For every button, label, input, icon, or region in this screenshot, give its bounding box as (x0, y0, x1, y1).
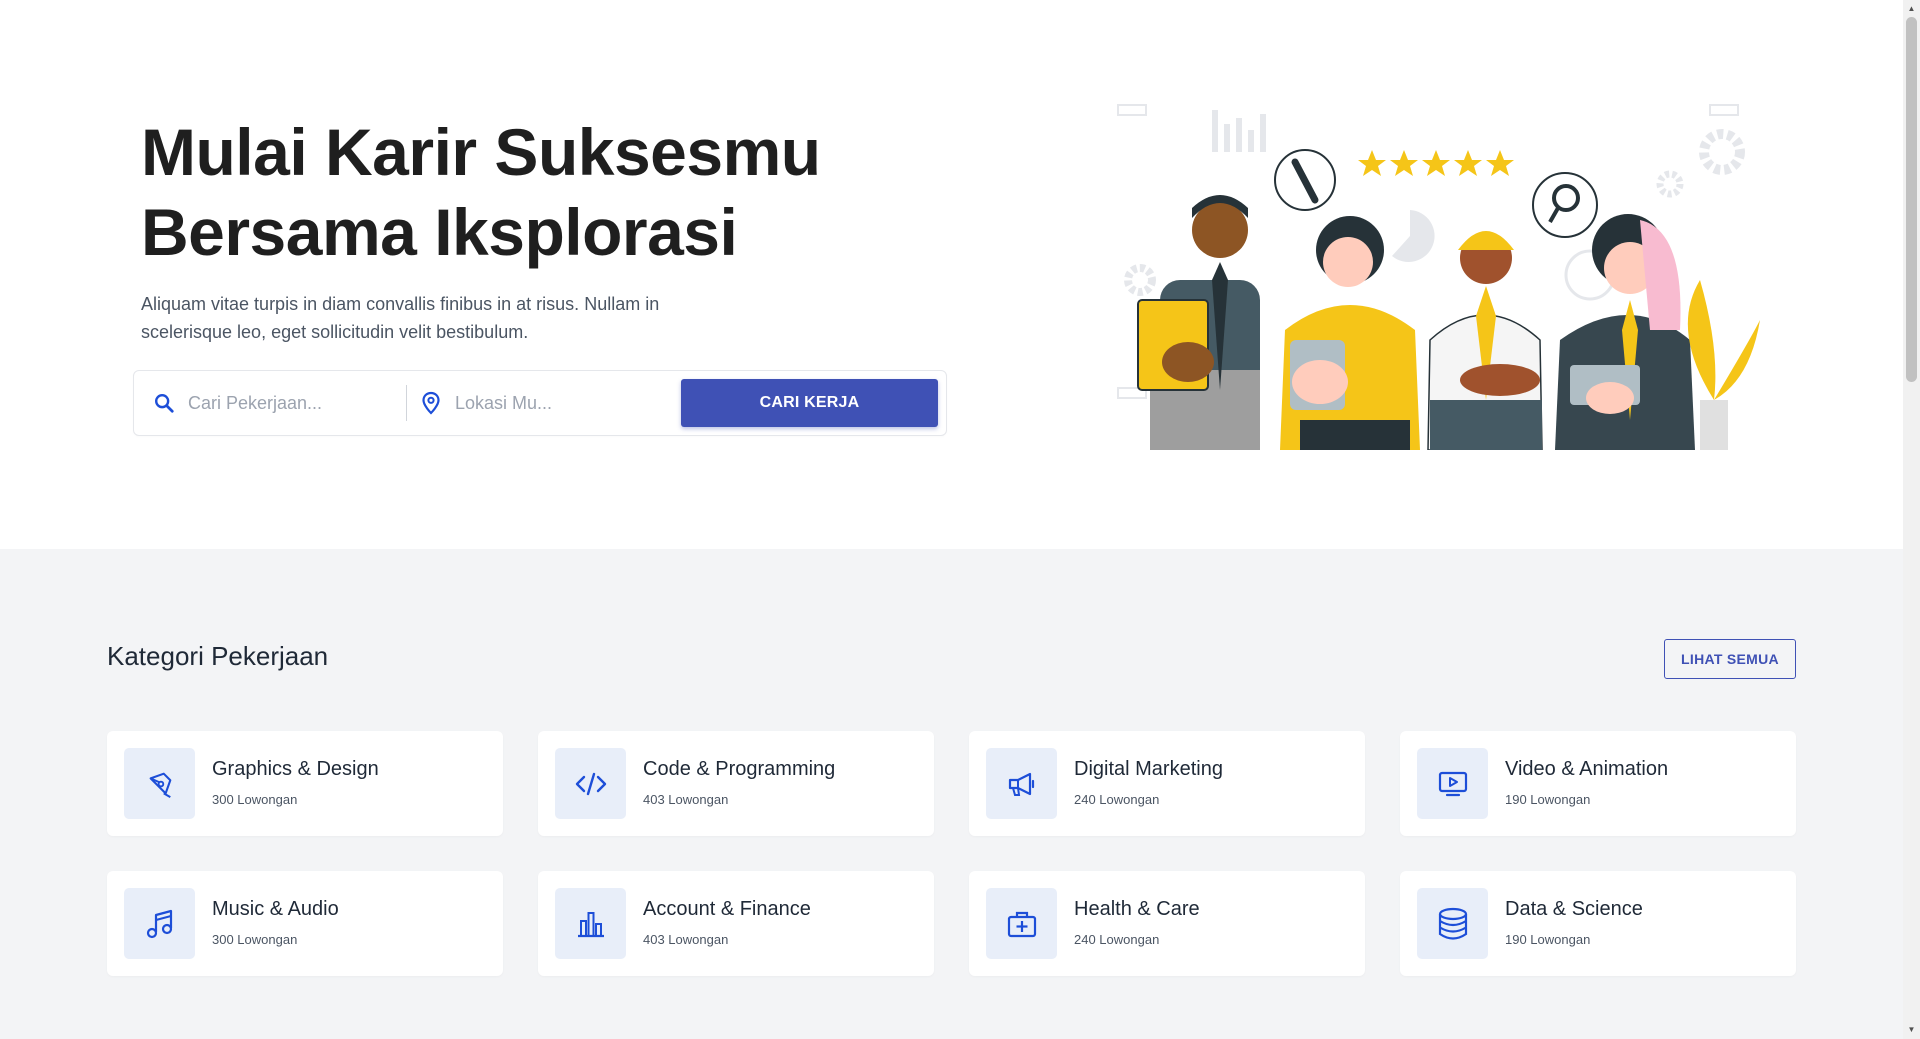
search-bar: CARI KERJA (133, 370, 947, 436)
page: Mulai Karir Suksesmu Bersama Iksplorasi … (0, 0, 1903, 1039)
category-count: 240 Lowongan (1074, 792, 1160, 807)
hero-subtitle: Aliquam vitae turpis in diam convallis f… (141, 294, 660, 342)
video-play-icon (1417, 748, 1488, 819)
megaphone-icon (986, 748, 1057, 819)
category-count: 190 Lowongan (1505, 932, 1591, 947)
scroll-up-arrow-icon[interactable]: ▲ (1906, 3, 1917, 15)
category-count: 190 Lowongan (1505, 792, 1591, 807)
see-all-button[interactable]: LIHAT SEMUA (1664, 639, 1796, 679)
category-count: 240 Lowongan (1074, 932, 1160, 947)
job-search-input[interactable] (188, 392, 388, 414)
music-note-icon (124, 888, 195, 959)
category-name: Code & Programming (643, 758, 836, 780)
database-icon (1417, 888, 1488, 959)
category-name: Account & Finance (643, 898, 811, 920)
pen-tool-icon (124, 748, 195, 819)
category-count: 300 Lowongan (212, 792, 298, 807)
job-search-field[interactable] (152, 371, 402, 435)
category-card-health-care[interactable]: Health & Care 240 Lowongan (969, 871, 1365, 976)
category-name: Music & Audio (212, 898, 339, 920)
team-illustration (1117, 104, 1760, 450)
category-card-code-programming[interactable]: Code & Programming 403 Lowongan (538, 731, 934, 836)
scroll-down-arrow-icon[interactable]: ▼ (1906, 1024, 1917, 1036)
category-count: 403 Lowongan (643, 792, 729, 807)
medical-bag-icon (986, 888, 1057, 959)
category-name: Video & Animation (1505, 758, 1669, 780)
hero-title-line-1: Mulai Karir Suksesmu (141, 115, 821, 189)
hero-title-line-2: Bersama Iksplorasi (141, 195, 738, 269)
location-search-field[interactable] (419, 371, 679, 435)
category-count: 300 Lowongan (212, 932, 298, 947)
category-card-account-finance[interactable]: Account & Finance 403 Lowongan (538, 871, 934, 976)
category-name: Health & Care (1074, 898, 1200, 920)
search-icon (152, 391, 176, 415)
category-name: Graphics & Design (212, 758, 379, 780)
category-card-music-audio[interactable]: Music & Audio 300 Lowongan (107, 871, 503, 976)
bar-chart-icon (555, 888, 626, 959)
hero-title: Mulai Karir Suksesmu Bersama Iksplorasi (141, 112, 901, 272)
category-name: Data & Science (1505, 898, 1643, 920)
category-card-digital-marketing[interactable]: Digital Marketing 240 Lowongan (969, 731, 1365, 836)
categories-title: Kategori Pekerjaan (107, 641, 329, 671)
search-divider (406, 385, 407, 421)
location-search-input[interactable] (455, 392, 655, 414)
category-card-video-animation[interactable]: Video & Animation 190 Lowongan (1400, 731, 1796, 836)
category-card-graphics-design[interactable]: Graphics & Design 300 Lowongan (107, 731, 503, 836)
hero-section: Mulai Karir Suksesmu Bersama Iksplorasi … (0, 0, 1903, 549)
vertical-scrollbar[interactable]: ▲ ▼ (1903, 0, 1920, 1039)
job-categories-section: Kategori Pekerjaan LIHAT SEMUA Graphics … (0, 549, 1903, 1039)
category-name: Digital Marketing (1074, 758, 1223, 780)
category-card-data-science[interactable]: Data & Science 190 Lowongan (1400, 871, 1796, 976)
category-count: 403 Lowongan (643, 932, 729, 947)
search-jobs-button[interactable]: CARI KERJA (681, 379, 938, 427)
scroll-thumb[interactable] (1906, 17, 1917, 382)
location-pin-icon (419, 391, 443, 415)
code-icon (555, 748, 626, 819)
